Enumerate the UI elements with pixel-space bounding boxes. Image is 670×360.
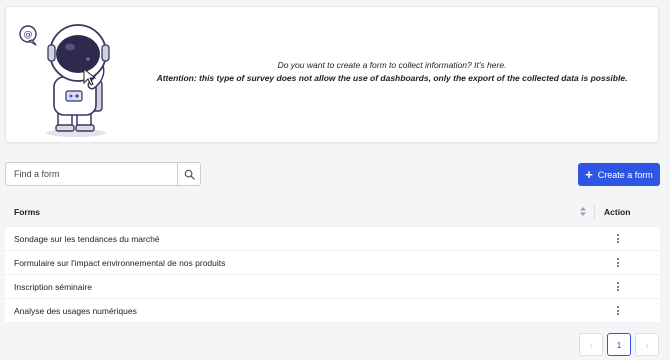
speech-symbol: @ bbox=[24, 30, 33, 40]
column-header-forms: Forms bbox=[14, 206, 40, 217]
next-page-button[interactable]: › bbox=[635, 333, 659, 356]
search-button[interactable] bbox=[177, 163, 200, 185]
info-banner: @ Do you want to create a form to collec… bbox=[5, 6, 659, 143]
row-actions-button[interactable] bbox=[604, 306, 660, 315]
page-button-current[interactable]: 1 bbox=[607, 333, 631, 356]
table-row[interactable]: Analyse des usages numériques bbox=[5, 298, 660, 322]
table-row[interactable]: Inscription séminaire bbox=[5, 274, 660, 298]
column-divider bbox=[594, 204, 595, 219]
form-name: Inscription séminaire bbox=[14, 281, 92, 292]
chevron-right-icon: › bbox=[645, 339, 649, 350]
sort-icon[interactable] bbox=[578, 207, 588, 216]
astronaut-mascot: @ bbox=[19, 24, 110, 137]
forms-table: Forms Action Sondage sur les tendances d… bbox=[5, 197, 660, 322]
search-input[interactable] bbox=[6, 163, 177, 185]
chevron-left-icon: ‹ bbox=[589, 339, 593, 350]
banner-warning-text: Attention: this type of survey does not … bbox=[156, 73, 628, 83]
form-name: Analyse des usages numériques bbox=[14, 305, 137, 316]
create-form-label: Create a form bbox=[597, 169, 653, 180]
banner-info-text: Do you want to create a form to collect … bbox=[277, 60, 507, 70]
search-icon bbox=[184, 169, 195, 180]
prev-page-button[interactable]: ‹ bbox=[579, 333, 603, 356]
more-vertical-icon bbox=[617, 234, 619, 243]
create-form-button[interactable]: + Create a form bbox=[578, 163, 660, 186]
row-actions-button[interactable] bbox=[604, 258, 660, 267]
row-actions-button[interactable] bbox=[604, 282, 660, 291]
table-row[interactable]: Formulaire sur l'impact environnemental … bbox=[5, 250, 660, 274]
form-name: Sondage sur les tendances du marché bbox=[14, 233, 160, 244]
banner-message: Do you want to create a form to collect … bbox=[126, 59, 658, 85]
row-actions-button[interactable] bbox=[604, 234, 660, 243]
form-name: Formulaire sur l'impact environnemental … bbox=[14, 257, 226, 268]
more-vertical-icon bbox=[617, 258, 619, 267]
search-box bbox=[5, 162, 201, 186]
pagination: ‹ 1 › bbox=[579, 333, 659, 356]
table-row[interactable]: Sondage sur les tendances du marché bbox=[5, 226, 660, 250]
more-vertical-icon bbox=[617, 306, 619, 315]
column-header-action: Action bbox=[604, 206, 631, 217]
table-header: Forms Action bbox=[5, 197, 660, 226]
plus-icon: + bbox=[585, 166, 593, 182]
more-vertical-icon bbox=[617, 282, 619, 291]
